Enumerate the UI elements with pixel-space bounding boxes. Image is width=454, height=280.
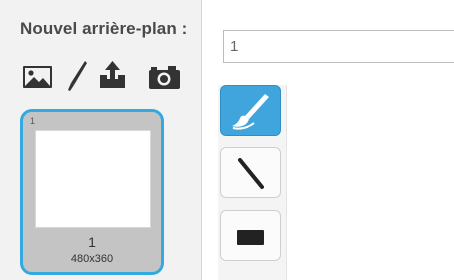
backdrops-panel: Nouvel arrière-plan : 1 1 480x360 bbox=[0, 0, 201, 280]
paint-new-backdrop-button[interactable] bbox=[66, 56, 88, 96]
backdrop-editor: Nouvel arrière-plan : 1 1 480x360 1 bbox=[0, 0, 454, 280]
backdrop-size: 480x360 bbox=[70, 253, 114, 265]
backdrop-name: 1 bbox=[88, 234, 96, 250]
panel-title: Nouvel arrière-plan : bbox=[20, 19, 188, 38]
backdrop-thumbnail-selected[interactable]: 1 1 480x360 bbox=[20, 109, 164, 275]
new-backdrop-toolbar bbox=[22, 56, 192, 96]
paint-toolbar bbox=[218, 85, 287, 280]
panel-divider bbox=[201, 0, 202, 280]
rectangle-tool-button[interactable] bbox=[220, 210, 281, 261]
brush-icon bbox=[232, 94, 269, 130]
brush-tool-button[interactable] bbox=[220, 85, 281, 136]
backdrop-preview bbox=[35, 130, 151, 228]
backdrop-name-input[interactable] bbox=[223, 30, 454, 63]
upload-backdrop-button[interactable] bbox=[97, 56, 129, 96]
upload-icon bbox=[100, 61, 125, 88]
camera-backdrop-button[interactable] bbox=[147, 56, 183, 96]
choose-backdrop-from-library-button[interactable] bbox=[22, 56, 54, 96]
backdrop-index: 1 bbox=[30, 116, 36, 126]
line-tool-button[interactable] bbox=[220, 147, 281, 198]
line-icon bbox=[238, 158, 264, 189]
image-icon bbox=[23, 66, 52, 88]
camera-icon bbox=[149, 66, 180, 89]
paint-editor bbox=[201, 0, 454, 280]
brush-icon bbox=[68, 61, 87, 91]
rectangle-icon bbox=[237, 230, 264, 245]
